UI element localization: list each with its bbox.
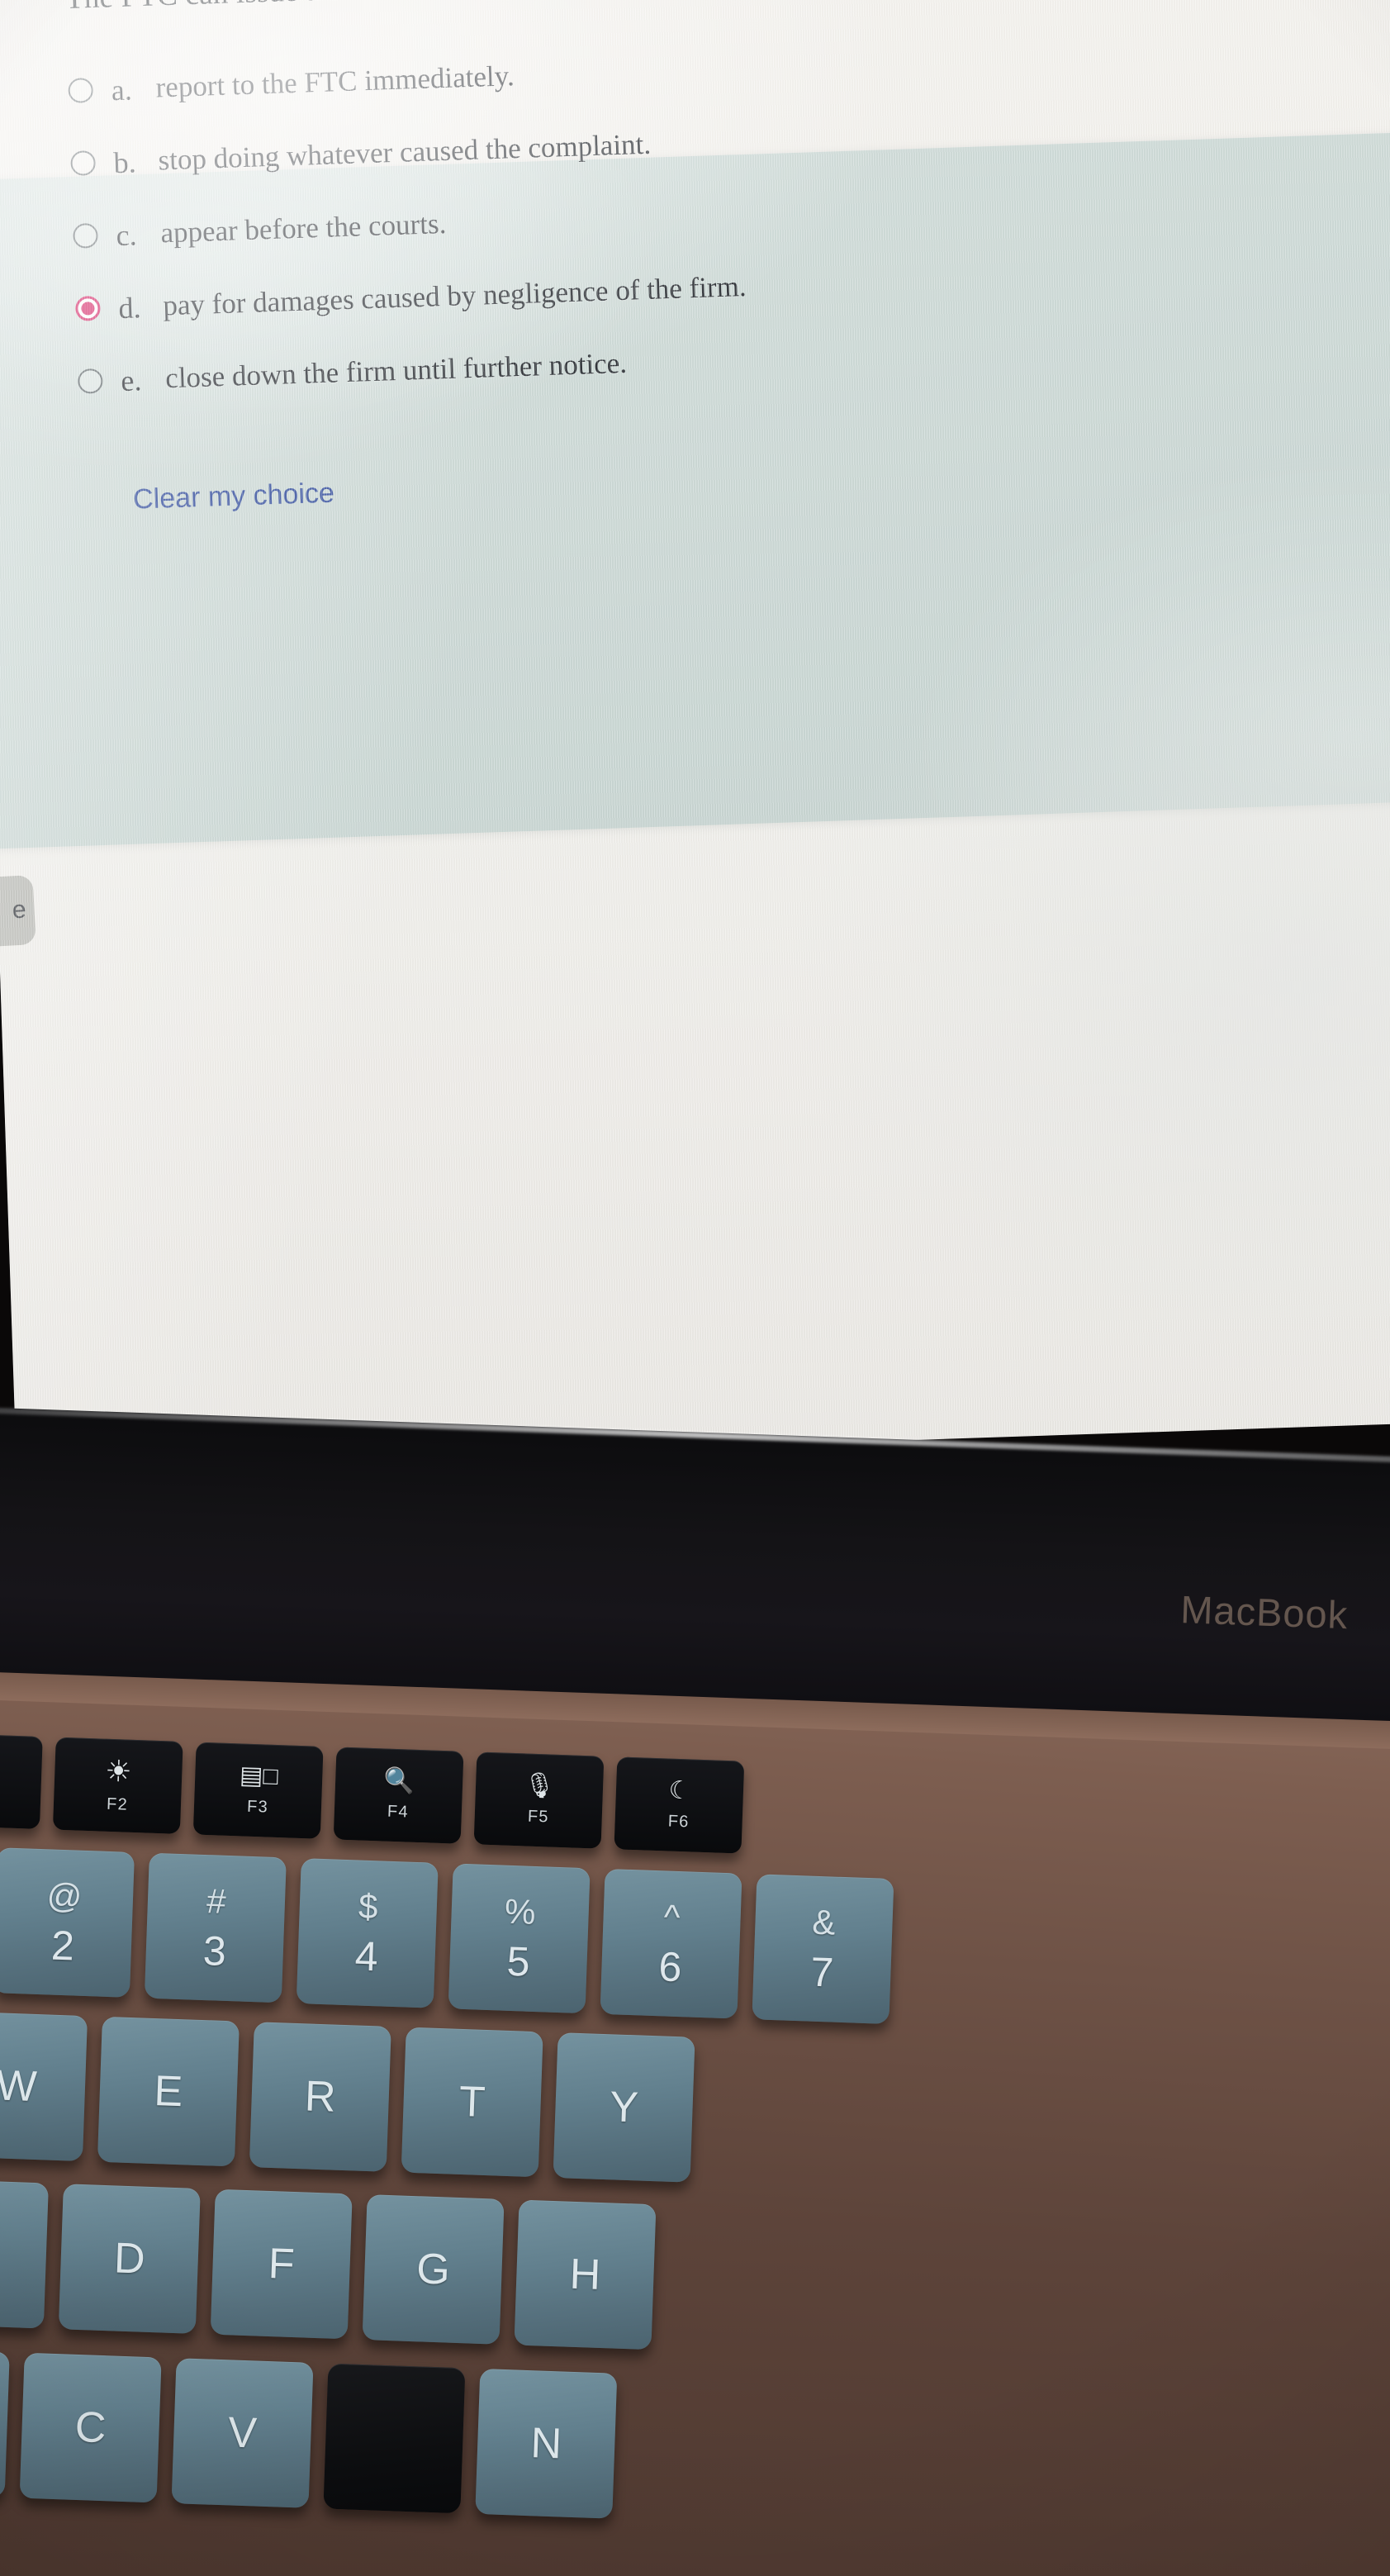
option-letter-c: c.	[115, 218, 138, 253]
key-3-label: 3	[202, 1927, 227, 1975]
radio-option-b[interactable]	[70, 150, 97, 177]
key-d-label: D	[113, 2234, 146, 2284]
option-text-a: report to the FTC immediately.	[154, 59, 515, 104]
side-tab-label: e	[11, 896, 27, 924]
option-text-b: stop doing whatever caused the complaint…	[157, 127, 652, 177]
key-x[interactable]: X	[0, 2347, 10, 2498]
laptop-screen: The FTC can issue a cease-and-desist ord…	[0, 0, 1390, 1471]
option-letter-b: b.	[112, 145, 137, 180]
key-e[interactable]: E	[97, 2016, 240, 2167]
option-row-e[interactable]: e. close down the firm until further not…	[77, 321, 1390, 400]
option-row-d[interactable]: d. pay for damages caused by negligence …	[74, 248, 1390, 327]
key-6-shift-label: ^	[662, 1897, 681, 1937]
key-r[interactable]: R	[249, 2022, 391, 2172]
option-row-b[interactable]: b. stop doing whatever caused the compla…	[70, 102, 1390, 182]
key-v-label: V	[227, 2408, 258, 2458]
clear-my-choice-link[interactable]: Clear my choice	[133, 478, 335, 516]
keyboard-number-row: ! 1 @ 2 # 3 $ 4 % 5 ^ 6	[0, 1842, 908, 2025]
question-content: The FTC can issue a cease-and-desist ord…	[64, 0, 1390, 518]
key-h[interactable]: H	[514, 2199, 657, 2350]
key-n[interactable]: N	[475, 2368, 618, 2519]
key-f2[interactable]: ☀ F2	[52, 1737, 183, 1834]
key-g-label: G	[415, 2245, 451, 2294]
laptop-keyboard: ☼ F1 ☀ F2 ▤□ F3 🔍 F4 🎙 F5 ☾ F6	[0, 1682, 1390, 2576]
key-3[interactable]: # 3	[144, 1852, 287, 2003]
key-t-label: T	[458, 2077, 486, 2127]
screen-bezel: MacBook	[0, 1406, 1390, 1723]
keyboard-bottom-letter-row: Z X C V N	[0, 2342, 632, 2519]
key-d[interactable]: D	[58, 2184, 201, 2334]
key-t[interactable]: T	[401, 2027, 543, 2178]
key-2-shift-label: @	[45, 1875, 83, 1916]
option-letter-a: a.	[111, 73, 133, 107]
key-2-label: 2	[50, 1922, 75, 1970]
radio-option-a[interactable]	[68, 78, 94, 104]
key-y-label: Y	[609, 2083, 639, 2132]
keyboard-function-row: ☼ F1 ☀ F2 ▤□ F3 🔍 F4 🎙 F5 ☾ F6	[0, 1732, 757, 1855]
key-f3[interactable]: ▤□ F3	[192, 1742, 324, 1839]
key-2[interactable]: @ 2	[0, 1847, 135, 1998]
key-f3-label: F3	[246, 1797, 269, 1817]
key-b-dark[interactable]	[323, 2363, 466, 2514]
key-n-label: N	[529, 2419, 563, 2469]
side-tab-button[interactable]: e	[0, 874, 36, 949]
key-4[interactable]: $ 4	[296, 1858, 439, 2008]
key-y[interactable]: Y	[553, 2032, 695, 2183]
key-e-label: E	[153, 2067, 184, 2117]
option-letter-e: e.	[120, 364, 143, 398]
key-w-label: W	[0, 2061, 38, 2112]
radio-option-d[interactable]	[74, 296, 101, 322]
key-v[interactable]: V	[171, 2358, 314, 2508]
radio-option-e[interactable]	[77, 368, 103, 395]
key-f6-label: F6	[667, 1812, 690, 1832]
option-row-a[interactable]: a. report to the FTC immediately.	[68, 30, 1390, 109]
key-7-shift-label: &	[811, 1902, 837, 1942]
key-f-label: F	[267, 2239, 296, 2289]
key-g[interactable]: G	[362, 2194, 505, 2345]
key-c-label: C	[74, 2403, 107, 2453]
option-text-d: pay for damages caused by negligence of …	[162, 270, 747, 322]
mission-control-icon: ▤□	[239, 1761, 279, 1790]
key-7[interactable]: & 7	[752, 1874, 894, 2025]
key-r-label: R	[304, 2072, 337, 2122]
key-f2-label: F2	[106, 1794, 129, 1814]
key-6-label: 6	[657, 1943, 683, 1991]
key-5-shift-label: %	[504, 1891, 537, 1932]
key-f6[interactable]: ☾ F6	[614, 1756, 745, 1854]
key-5-label: 5	[505, 1937, 531, 1985]
key-f5-label: F5	[527, 1807, 550, 1827]
key-5[interactable]: % 5	[448, 1863, 591, 2014]
do-not-disturb-moon-icon: ☾	[667, 1776, 692, 1805]
radio-option-c[interactable]	[73, 223, 99, 250]
key-4-shift-label: $	[358, 1886, 379, 1927]
key-f4-label: F4	[387, 1802, 410, 1822]
key-s[interactable]: S	[0, 2178, 49, 2329]
keyboard-home-row: A S D F G H	[0, 2173, 671, 2350]
key-c[interactable]: C	[19, 2352, 162, 2503]
photo-of-laptop-screen: The FTC can issue a cease-and-desist ord…	[0, 0, 1390, 2576]
key-7-label: 7	[809, 1948, 835, 1996]
key-f1[interactable]: ☼ F1	[0, 1732, 43, 1829]
key-3-shift-label: #	[206, 1881, 227, 1921]
key-f4[interactable]: 🔍 F4	[333, 1747, 464, 1844]
option-row-c[interactable]: c. appear before the courts.	[73, 175, 1390, 254]
option-letter-d: d.	[117, 291, 142, 326]
key-h-label: H	[568, 2250, 602, 2299]
key-w[interactable]: W	[0, 2011, 88, 2162]
key-f5[interactable]: 🎙 F5	[473, 1751, 605, 1849]
brightness-up-icon: ☀	[104, 1753, 133, 1789]
key-4-label: 4	[353, 1932, 379, 1980]
option-text-c: appear before the courts.	[159, 207, 447, 250]
option-text-e: close down the firm until further notice…	[164, 347, 628, 395]
key-6[interactable]: ^ 6	[600, 1868, 742, 2019]
keyboard-qwerty-row: Q W E R T Y	[0, 2006, 710, 2183]
dictation-mic-icon: 🎙	[523, 1771, 556, 1800]
spotlight-search-icon: 🔍	[382, 1766, 415, 1795]
question-stem: The FTC can issue a cease-and-desist ord…	[64, 0, 1390, 18]
macbook-wordmark: MacBook	[1179, 1587, 1350, 1637]
key-f[interactable]: F	[210, 2189, 353, 2340]
